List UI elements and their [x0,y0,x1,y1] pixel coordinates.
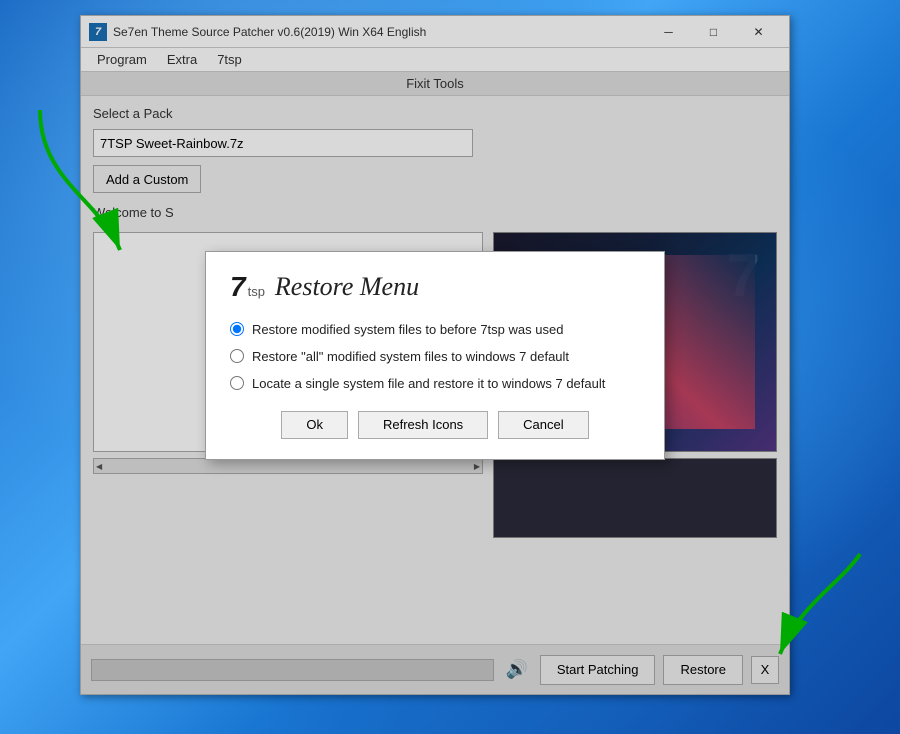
refresh-icons-button[interactable]: Refresh Icons [358,411,488,439]
ok-button[interactable]: Ok [281,411,348,439]
radio-input-1[interactable] [230,349,244,363]
restore-menu-modal: 7 tsp Restore Menu Restore modified syst… [205,251,665,460]
modal-title-text: Restore Menu [275,272,419,302]
cancel-button[interactable]: Cancel [498,411,588,439]
radio-label-0: Restore modified system files to before … [252,322,563,337]
modal-7-text: 7 [230,273,246,301]
radio-option-1[interactable]: Restore "all" modified system files to w… [230,349,640,364]
radio-group: Restore modified system files to before … [230,322,640,391]
radio-input-2[interactable] [230,376,244,390]
app-window: 7 Se7en Theme Source Patcher v0.6(2019) … [80,15,790,695]
radio-option-0[interactable]: Restore modified system files to before … [230,322,640,337]
modal-buttons: Ok Refresh Icons Cancel [230,411,640,439]
modal-tsp-text: tsp [248,284,265,299]
modal-badge: 7 tsp [230,273,265,301]
modal-title-row: 7 tsp Restore Menu [230,272,640,302]
radio-label-1: Restore "all" modified system files to w… [252,349,569,364]
radio-input-0[interactable] [230,322,244,336]
radio-option-2[interactable]: Locate a single system file and restore … [230,376,640,391]
radio-label-2: Locate a single system file and restore … [252,376,605,391]
modal-overlay: 7 tsp Restore Menu Restore modified syst… [81,16,789,694]
